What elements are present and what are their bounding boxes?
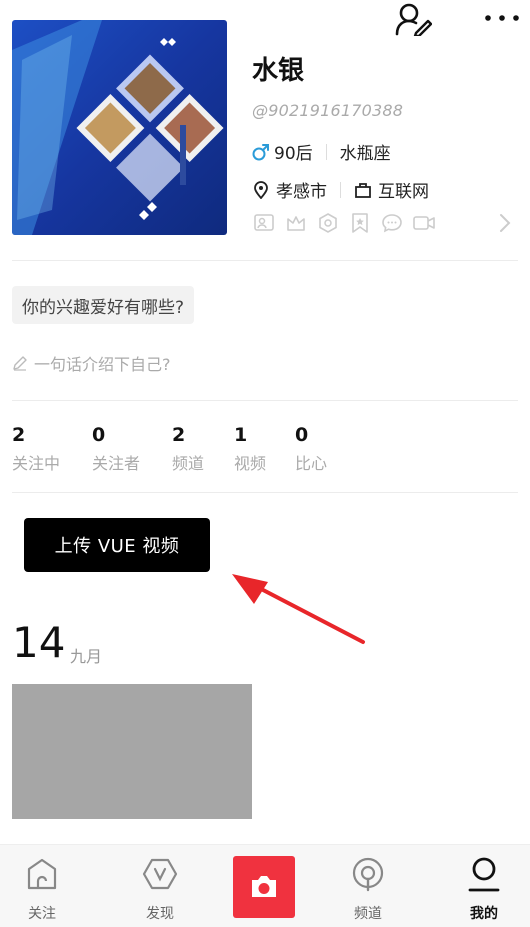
city: 孝感市 bbox=[276, 182, 327, 202]
more-options-icon[interactable] bbox=[482, 8, 522, 28]
tab-mine[interactable]: 我的 bbox=[444, 845, 524, 927]
zodiac: 水瓶座 bbox=[339, 144, 391, 164]
stat-count: 0 bbox=[295, 424, 309, 446]
video-camera-icon bbox=[412, 211, 436, 235]
camera-icon bbox=[252, 876, 276, 897]
stat-following[interactable]: 2 关注中 bbox=[12, 424, 60, 474]
camera-button[interactable] bbox=[233, 856, 295, 918]
id-badge-icon bbox=[252, 211, 276, 235]
edit-profile-icon[interactable] bbox=[394, 2, 433, 38]
home-icon bbox=[27, 858, 57, 890]
tab-discover[interactable]: 发现 bbox=[120, 845, 200, 927]
male-icon bbox=[252, 143, 270, 161]
tab-following[interactable]: 关注 bbox=[2, 845, 82, 927]
stat-count: 2 bbox=[12, 424, 26, 446]
channel-icon bbox=[352, 857, 384, 892]
bookmark-star-icon bbox=[348, 211, 372, 235]
tab-label: 频道 bbox=[354, 906, 382, 922]
crown-badge-icon bbox=[284, 211, 308, 235]
divider bbox=[340, 181, 341, 198]
intro-placeholder: 一句话介绍下自己? bbox=[34, 355, 171, 374]
stat-channels[interactable]: 2 频道 bbox=[172, 424, 204, 474]
chat-bubble-icon bbox=[380, 211, 404, 235]
divider bbox=[12, 492, 518, 493]
location-pin-icon bbox=[252, 180, 270, 199]
profile-icon bbox=[468, 857, 500, 892]
industry: 互联网 bbox=[378, 182, 429, 202]
stat-label: 关注者 bbox=[92, 454, 141, 473]
tab-label: 我的 bbox=[470, 906, 498, 922]
stat-label: 关注中 bbox=[12, 454, 61, 473]
stat-label: 视频 bbox=[234, 454, 267, 473]
intro-field[interactable]: 一句话介绍下自己? bbox=[12, 351, 171, 375]
date-month: 九月 bbox=[70, 647, 103, 666]
tab-channel[interactable]: 频道 bbox=[328, 845, 408, 927]
divider bbox=[12, 260, 518, 261]
stat-likes[interactable]: 0 比心 bbox=[295, 424, 327, 474]
stat-count: 0 bbox=[92, 424, 106, 446]
pencil-icon bbox=[12, 355, 28, 371]
discover-icon bbox=[142, 858, 178, 890]
tab-label: 发现 bbox=[146, 906, 174, 922]
interest-prompt[interactable]: 你的兴趣爱好有哪些? bbox=[12, 286, 195, 324]
annotation-arrow-icon bbox=[228, 570, 368, 650]
profile-name: 水银 bbox=[252, 56, 305, 86]
chevron-right-icon[interactable] bbox=[496, 212, 514, 234]
divider bbox=[12, 400, 518, 401]
stat-count: 1 bbox=[234, 424, 248, 446]
tab-label: 关注 bbox=[28, 906, 56, 922]
stat-videos[interactable]: 1 视频 bbox=[234, 424, 266, 474]
date-day: 14 bbox=[12, 618, 66, 667]
profile-info-row: 90后 水瓶座 bbox=[252, 139, 391, 164]
stat-count: 2 bbox=[172, 424, 186, 446]
avatar[interactable] bbox=[12, 20, 227, 235]
badge-row[interactable] bbox=[252, 211, 436, 235]
stat-label: 比心 bbox=[295, 454, 328, 473]
stat-label: 频道 bbox=[172, 454, 205, 473]
hexagon-badge-icon bbox=[316, 211, 340, 235]
video-thumbnail[interactable] bbox=[12, 684, 252, 819]
briefcase-icon bbox=[354, 181, 372, 199]
location-row: 孝感市 互联网 bbox=[252, 177, 429, 202]
profile-user-id: @9021916170388 bbox=[252, 101, 404, 120]
stat-followers[interactable]: 0 关注者 bbox=[92, 424, 140, 474]
divider bbox=[325, 143, 327, 160]
age-group: 90后 bbox=[274, 144, 313, 164]
upload-video-button[interactable]: 上传 VUE 视频 bbox=[24, 518, 210, 572]
